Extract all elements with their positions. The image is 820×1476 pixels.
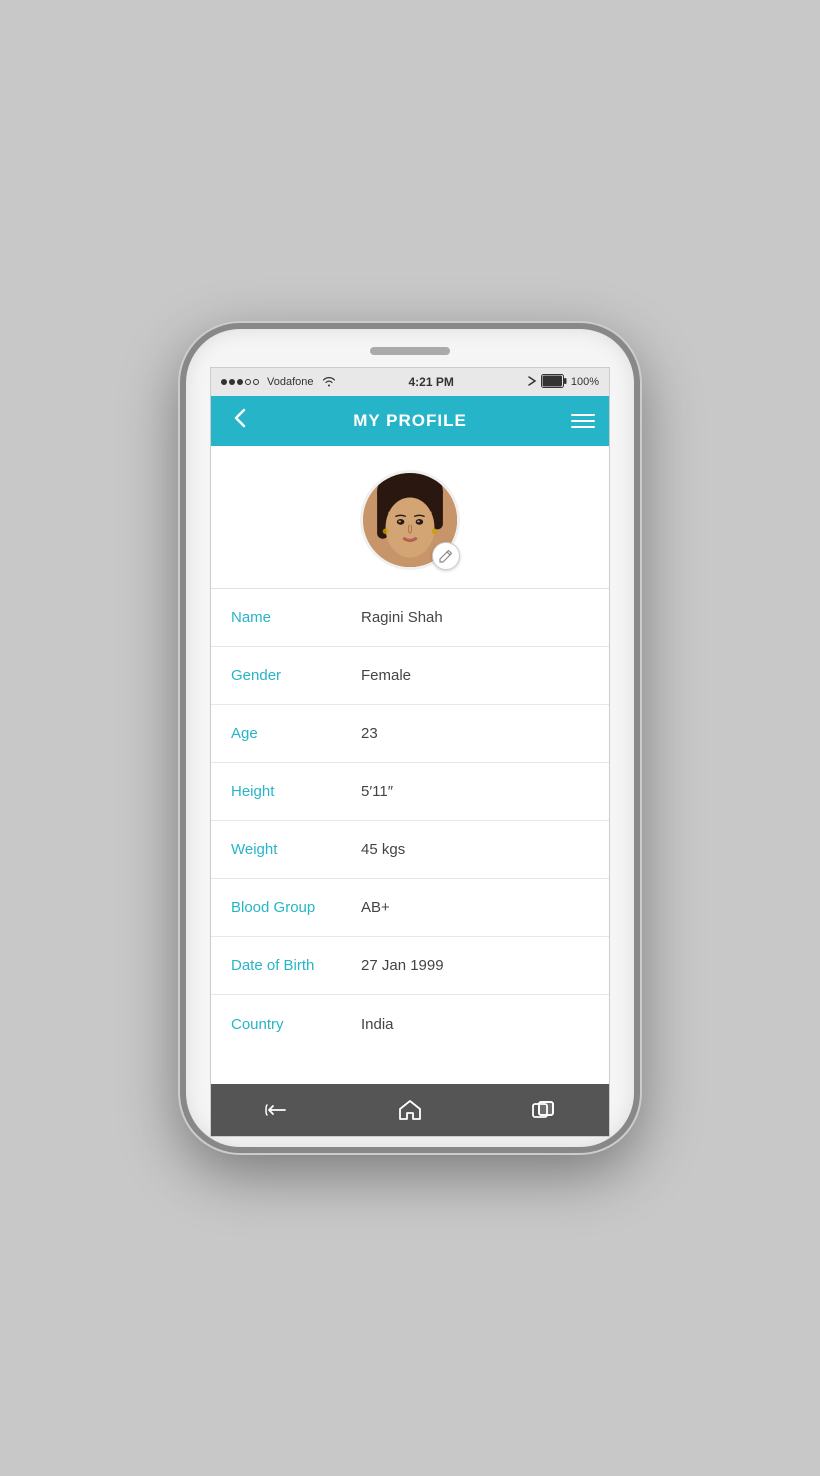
- nav-home-button[interactable]: [385, 1090, 435, 1130]
- table-row[interactable]: Age23: [211, 705, 609, 763]
- avatar-wrapper: [360, 470, 460, 570]
- status-left: Vodafone: [221, 375, 336, 390]
- row-value: 23: [361, 725, 589, 742]
- phone-speaker: [370, 347, 450, 355]
- signal-dots: [221, 379, 259, 385]
- table-row[interactable]: Blood GroupAB+: [211, 879, 609, 937]
- menu-button[interactable]: [565, 414, 595, 428]
- status-time: 4:21 PM: [409, 375, 454, 389]
- signal-dot-5: [253, 379, 259, 385]
- battery-percent: 100%: [571, 376, 599, 388]
- row-label: Gender: [231, 667, 361, 684]
- bluetooth-icon: [527, 374, 537, 391]
- table-row[interactable]: NameRagini Shah: [211, 589, 609, 647]
- row-label: Height: [231, 783, 361, 800]
- pencil-icon: [439, 549, 453, 563]
- battery-icon: [541, 374, 567, 391]
- row-label: Age: [231, 725, 361, 742]
- back-button[interactable]: [225, 408, 255, 434]
- row-label: Country: [231, 1016, 361, 1033]
- row-value: 5′11″: [361, 783, 589, 800]
- edit-avatar-button[interactable]: [432, 542, 460, 570]
- nav-back-button[interactable]: [252, 1090, 302, 1130]
- profile-section: [211, 446, 609, 589]
- hamburger-line-2: [571, 420, 595, 422]
- row-label: Weight: [231, 841, 361, 858]
- signal-dot-2: [229, 379, 235, 385]
- row-label: Blood Group: [231, 899, 361, 916]
- phone-frame: Vodafone 4:21 PM: [180, 323, 640, 1153]
- table-row[interactable]: GenderFemale: [211, 647, 609, 705]
- row-value: Female: [361, 667, 589, 684]
- wifi-icon: [322, 375, 336, 390]
- hamburger-line-3: [571, 426, 595, 428]
- status-bar: Vodafone 4:21 PM: [211, 368, 609, 396]
- table-row[interactable]: Weight45 kgs: [211, 821, 609, 879]
- nav-recent-button[interactable]: [518, 1090, 568, 1130]
- table-row[interactable]: CountryIndia: [211, 995, 609, 1053]
- carrier-label: Vodafone: [267, 376, 314, 388]
- row-value: 45 kgs: [361, 841, 589, 858]
- row-value: AB+: [361, 899, 589, 916]
- signal-dot-1: [221, 379, 227, 385]
- app-bar: MY PROFILE: [211, 396, 609, 446]
- row-value: India: [361, 1016, 589, 1033]
- signal-dot-4: [245, 379, 251, 385]
- row-value: 27 Jan 1999: [361, 957, 589, 974]
- row-value: Ragini Shah: [361, 609, 589, 626]
- hamburger-line-1: [571, 414, 595, 416]
- table-row[interactable]: Date of Birth27 Jan 1999: [211, 937, 609, 995]
- app-title: MY PROFILE: [353, 411, 467, 431]
- phone-screen: Vodafone 4:21 PM: [210, 367, 610, 1137]
- row-label: Date of Birth: [231, 957, 361, 974]
- status-right: 100%: [527, 374, 599, 391]
- table-row[interactable]: Height5′11″: [211, 763, 609, 821]
- row-label: Name: [231, 609, 361, 626]
- bottom-nav: [211, 1084, 609, 1136]
- signal-dot-3: [237, 379, 243, 385]
- profile-table: NameRagini ShahGenderFemaleAge23Height5′…: [211, 589, 609, 1084]
